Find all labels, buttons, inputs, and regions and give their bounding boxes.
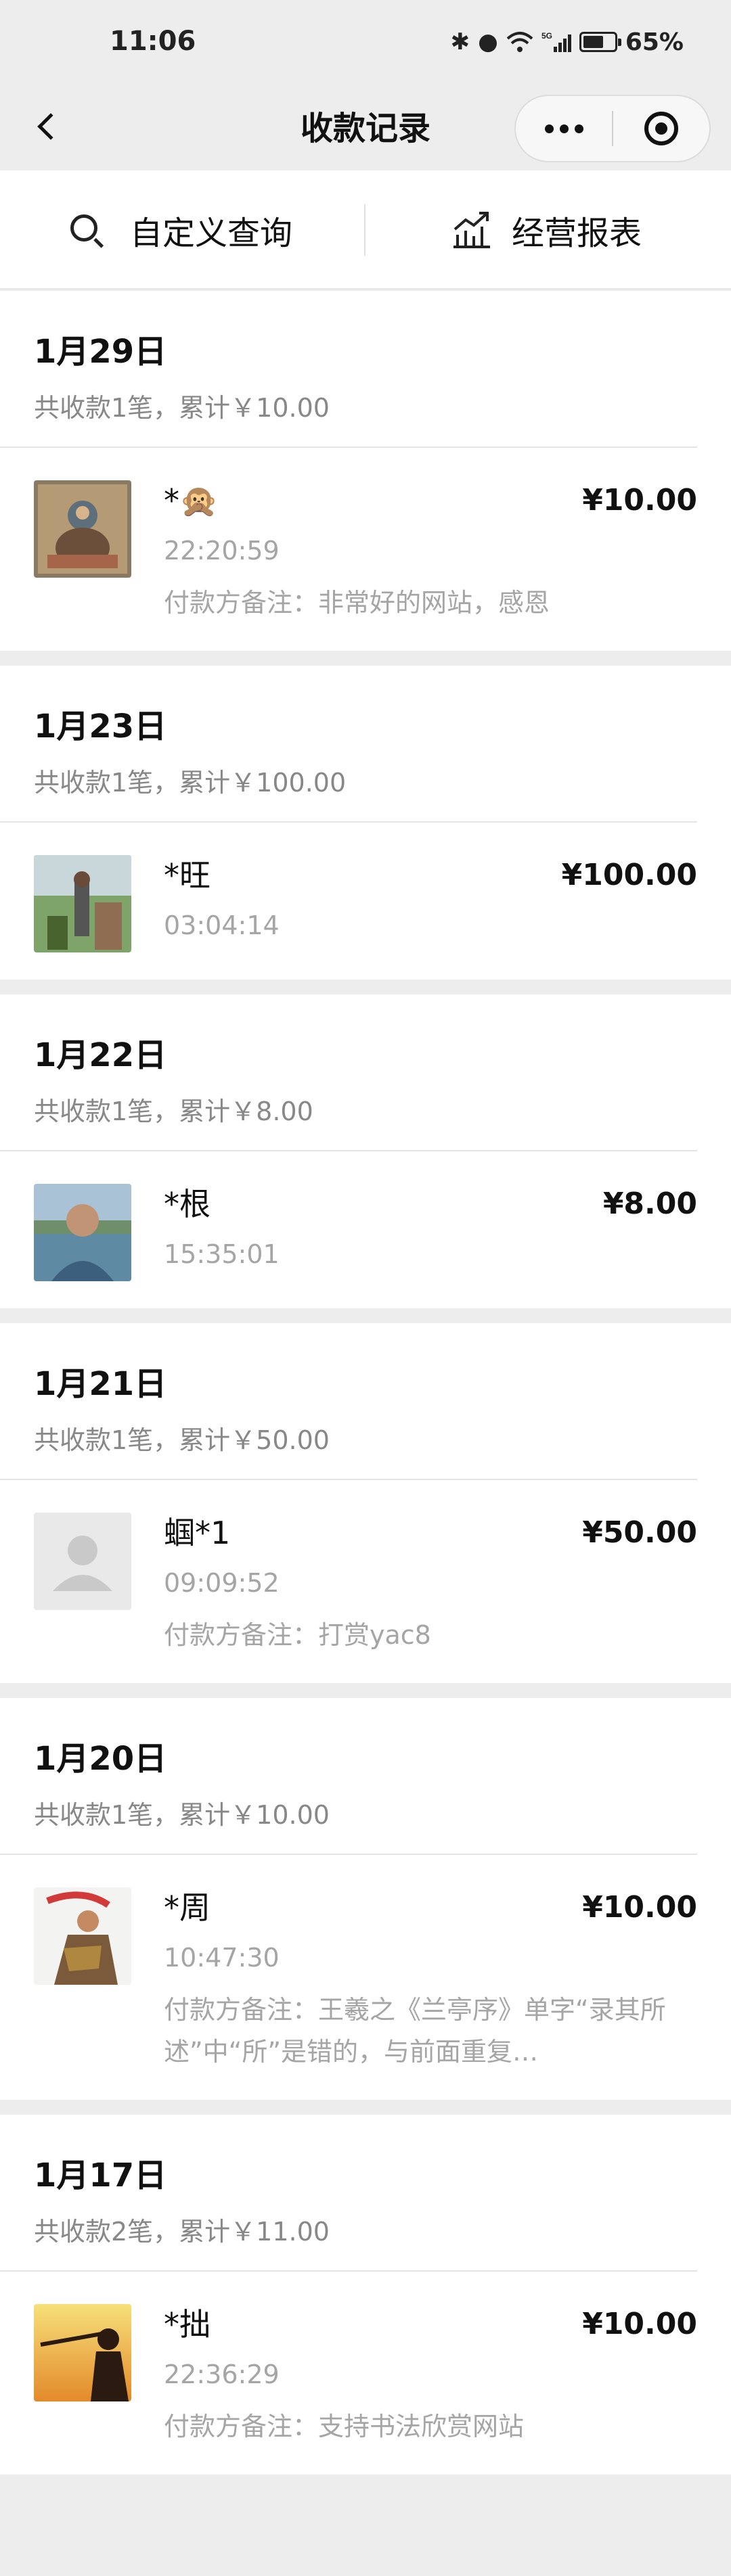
payer-avatar	[34, 2304, 131, 2401]
payment-amount: ¥100.00	[561, 858, 697, 892]
battery-icon	[579, 32, 621, 52]
record-details: *🙊 ¥10.00 22:20:59 付款方备注：非常好的网站，感恩	[164, 480, 697, 624]
payment-time: 10:47:30	[164, 1943, 280, 1973]
search-icon	[68, 212, 104, 248]
miniprogram-capsule	[514, 95, 711, 162]
more-button[interactable]	[516, 96, 612, 161]
payer-avatar	[34, 1513, 131, 1610]
day-group: 1月29日 共收款1笔，累计￥10.00 *🙊 ¥10.00 22:20:59 付款方备注…	[0, 291, 731, 651]
day-group-header: 1月21日共收款1笔，累计￥50.00	[0, 1323, 697, 1480]
day-summary: 共收款1笔，累计￥10.00	[34, 1800, 330, 1830]
bluetooth-icon: ✱	[450, 28, 470, 55]
payment-amount: ¥10.00	[582, 2307, 697, 2341]
svg-text:5G: 5G	[541, 31, 552, 41]
day-group-header: 1月23日共收款1笔，累计￥100.00	[0, 666, 697, 823]
day-summary: 共收款2笔，累计￥11.00	[34, 2217, 330, 2247]
day-group: 1月23日 共收款1笔，累计￥100.00 *旺 ¥100.00 03:04:14	[0, 666, 731, 980]
day-group-header: 1月22日共收款1笔，累计￥8.00	[0, 994, 697, 1151]
payer-note: 付款方备注：支持书法欣赏网站	[164, 2412, 525, 2441]
status-time: 11:06	[110, 26, 196, 57]
day-group: 1月22日 共收款1笔，累计￥8.00 *根 ¥8.00 15:35:01	[0, 994, 731, 1308]
business-report-button[interactable]: 经营报表	[451, 170, 642, 290]
payer-avatar	[34, 855, 131, 952]
payment-record[interactable]: *旺 ¥100.00 03:04:14	[0, 823, 731, 952]
payment-time: 09:09:52	[164, 1568, 280, 1598]
day-date: 1月22日	[34, 1036, 167, 1074]
day-date: 1月29日	[34, 333, 167, 371]
day-date: 1月21日	[34, 1365, 167, 1403]
payment-record[interactable]: *拙 ¥10.00 22:36:29 付款方备注：支持书法欣赏网站	[0, 2272, 731, 2447]
battery-percent: 65%	[625, 28, 684, 56]
record-details: 蝈*1 ¥50.00 09:09:52 付款方备注：打赏yac8	[164, 1513, 697, 1656]
more-dots-icon	[544, 124, 583, 133]
day-group-header: 1月29日共收款1笔，累计￥10.00	[0, 291, 697, 448]
day-summary: 共收款1笔，累计￥8.00	[34, 1097, 313, 1126]
payment-record[interactable]: *🙊 ¥10.00 22:20:59 付款方备注：非常好的网站，感恩	[0, 448, 731, 624]
payment-amount: ¥50.00	[582, 1515, 697, 1550]
day-date: 1月23日	[34, 708, 167, 745]
back-button[interactable]	[27, 103, 74, 150]
day-group: 1月17日 共收款2笔，累计￥11.00 *拙 ¥10.00 22:36:29 付款方备注…	[0, 2115, 731, 2475]
payment-time: 15:35:01	[164, 1239, 280, 1269]
toolbar: 自定义查询 经营报表	[0, 170, 731, 290]
trend-chart-icon	[453, 212, 490, 248]
day-date: 1月17日	[34, 2157, 167, 2194]
chevron-left-icon	[37, 113, 64, 140]
wifi-icon	[506, 32, 533, 52]
location-icon: ●	[478, 28, 498, 55]
target-circle-icon	[644, 112, 678, 145]
payment-time: 03:04:14	[164, 911, 280, 940]
record-details: *拙 ¥10.00 22:36:29 付款方备注：支持书法欣赏网站	[164, 2304, 697, 2447]
payer-avatar	[34, 1184, 131, 1281]
payment-record[interactable]: *周 ¥10.00 10:47:30 付款方备注：王羲之《兰亭序》单字“录其所述”中“…	[0, 1855, 731, 2073]
payer-note: 付款方备注：王羲之《兰亭序》单字“录其所述”中“所”是错的，与前面重复…	[164, 1995, 666, 2067]
day-summary: 共收款1笔，累计￥10.00	[34, 393, 330, 423]
payment-time: 22:20:59	[164, 536, 280, 566]
battery-level	[583, 36, 603, 48]
payment-time: 22:36:29	[164, 2360, 280, 2389]
payer-note: 付款方备注：非常好的网站，感恩	[164, 588, 550, 618]
day-group: 1月21日 共收款1笔，累计￥50.00 蝈*1 ¥50.00 09:09:52 付款方备…	[0, 1323, 731, 1683]
status-icons: ✱ ● 5G 65%	[451, 27, 684, 57]
payment-amount: ¥8.00	[602, 1187, 697, 1221]
payment-record[interactable]: 蝈*1 ¥50.00 09:09:52 付款方备注：打赏yac8	[0, 1480, 731, 1656]
record-details: *根 ¥8.00 15:35:01	[164, 1184, 697, 1281]
business-report-label: 经营报表	[512, 214, 642, 252]
payment-record[interactable]: *根 ¥8.00 15:35:01	[0, 1151, 731, 1281]
payment-record-list: 1月29日 共收款1笔，累计￥10.00 *🙊 ¥10.00 22:20:59 付款方备注…	[0, 291, 731, 2489]
day-group-header: 1月20日共收款1笔，累计￥10.00	[0, 1698, 697, 1855]
day-summary: 共收款1笔，累计￥50.00	[34, 1425, 330, 1455]
status-bar: 11:06 ✱ ● 5G 65%	[0, 0, 731, 87]
payment-amount: ¥10.00	[582, 483, 697, 518]
payment-amount: ¥10.00	[582, 1890, 697, 1925]
day-group-header: 1月17日共收款2笔，累计￥11.00	[0, 2115, 697, 2272]
payer-avatar	[34, 480, 131, 578]
close-miniprogram-button[interactable]	[613, 96, 709, 161]
custom-query-button[interactable]: 自定义查询	[68, 170, 292, 290]
custom-query-label: 自定义查询	[130, 214, 293, 252]
payer-note: 付款方备注：打赏yac8	[164, 1620, 431, 1650]
day-date: 1月20日	[34, 1740, 167, 1778]
day-summary: 共收款1笔，累计￥100.00	[34, 768, 347, 798]
nav-bar: 收款记录	[0, 87, 731, 170]
payer-avatar	[34, 1887, 131, 1985]
record-details: *周 ¥10.00 10:47:30 付款方备注：王羲之《兰亭序》单字“录其所述”中“…	[164, 1887, 697, 2073]
signal-icon: 5G	[541, 31, 571, 52]
day-group: 1月20日 共收款1笔，累计￥10.00 *周 ¥10.00 10:47:30 付款方备注…	[0, 1698, 731, 2100]
record-details: *旺 ¥100.00 03:04:14	[164, 855, 697, 952]
toolbar-divider	[364, 204, 366, 256]
